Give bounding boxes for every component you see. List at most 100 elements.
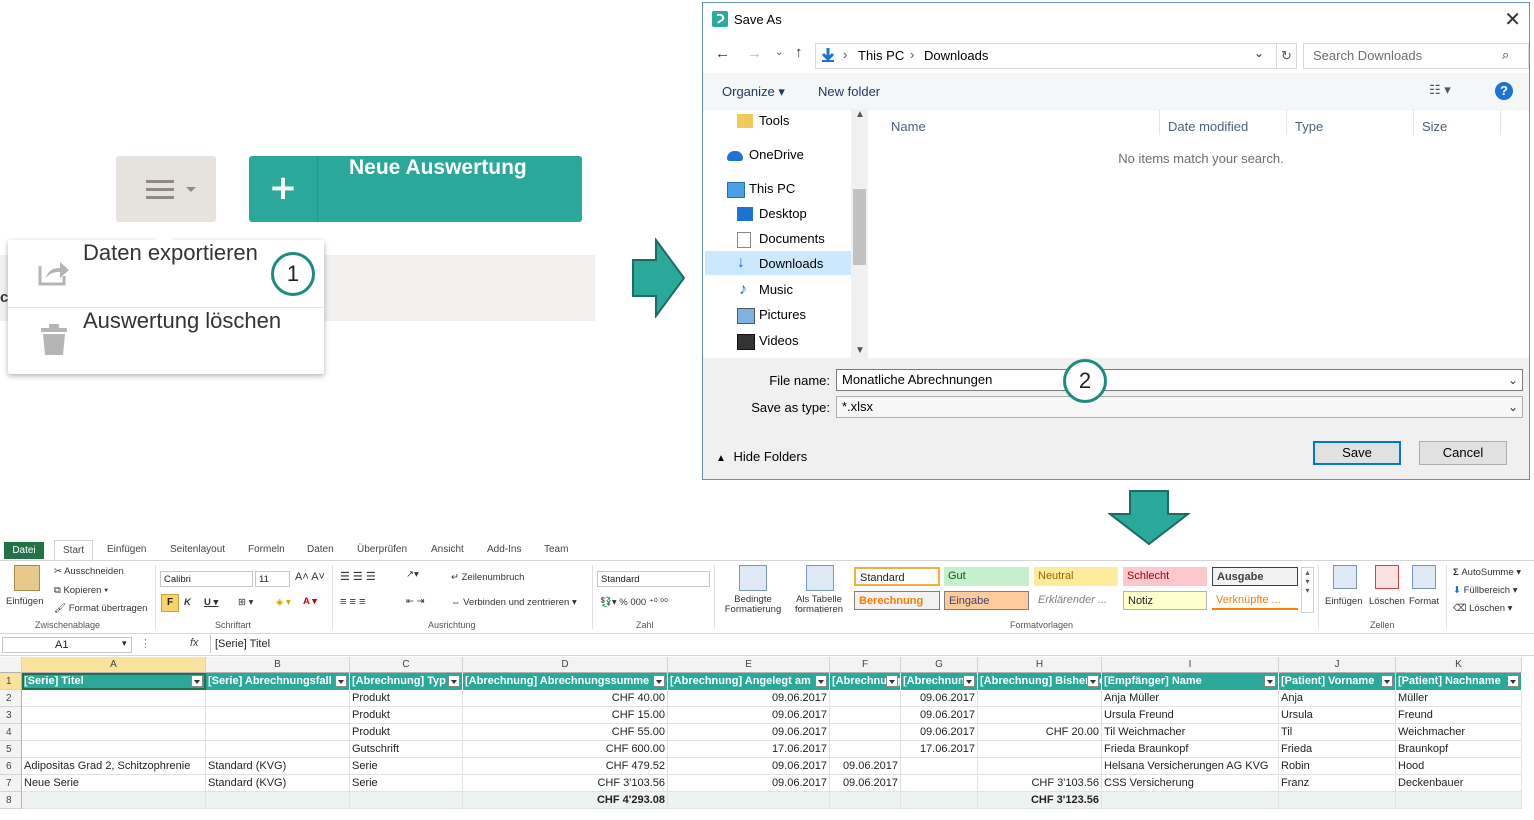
table-header-cell[interactable]: [Abrechnung] Bezahlt am xyxy=(901,673,978,690)
table-cell[interactable] xyxy=(206,792,350,809)
table-cell[interactable] xyxy=(22,724,206,741)
table-cell[interactable] xyxy=(1396,792,1522,809)
table-cell[interactable]: 17.06.2017 xyxy=(668,741,830,758)
table-cell[interactable] xyxy=(901,792,978,809)
table-cell[interactable]: Braunkopf xyxy=(1396,741,1522,758)
table-header-cell[interactable]: [Serie] Titel xyxy=(22,673,206,690)
table-cell[interactable] xyxy=(978,690,1102,707)
tab-view[interactable]: Ansicht xyxy=(431,544,464,555)
table-cell[interactable] xyxy=(22,707,206,724)
delete-evaluation-item[interactable]: Auswertung löschen xyxy=(8,307,324,374)
table-header-cell[interactable]: [Abrechnung] Versendet am xyxy=(830,673,901,690)
table-header-cell[interactable]: [Abrechnung] Angelegt am xyxy=(668,673,830,690)
table-cell[interactable]: CHF 3'103.56 xyxy=(463,775,668,792)
column-size[interactable]: Size xyxy=(1422,119,1447,134)
up-icon[interactable]: ↑ xyxy=(795,44,803,61)
autosum-button[interactable]: Σ AutoSumme ▾ xyxy=(1453,567,1521,578)
file-name-input[interactable]: Monatliche Abrechnungen ⌄ xyxy=(836,369,1523,391)
row-header[interactable]: 1 xyxy=(0,673,22,690)
align-left-icons[interactable]: ≡ ≡ ≡ xyxy=(340,596,365,608)
column-name[interactable]: Name xyxy=(891,119,926,134)
table-cell[interactable]: 09.06.2017 xyxy=(901,724,978,741)
number-format-select[interactable]: Standard xyxy=(597,571,710,587)
filter-dropdown-icon[interactable] xyxy=(1507,675,1519,687)
conditional-format-button[interactable]: Bedingte Formatierung xyxy=(720,595,786,615)
table-header-cell[interactable]: [Patient] Nachname xyxy=(1396,673,1522,690)
merge-center-button[interactable]: ⇔ Verbinden und zentrieren ▾ xyxy=(451,597,577,608)
save-type-select[interactable]: *.xlsx ⌄ xyxy=(836,396,1523,418)
style-input[interactable]: Eingabe xyxy=(944,591,1029,610)
table-cell[interactable]: CHF 3'103.56 xyxy=(978,775,1102,792)
style-linked[interactable]: Verknüpfte ... xyxy=(1212,591,1298,610)
style-neutral[interactable]: Neutral xyxy=(1034,567,1118,586)
table-cell[interactable]: Franz xyxy=(1279,775,1396,792)
table-cell[interactable]: 09.06.2017 xyxy=(830,758,901,775)
column-type[interactable]: Type xyxy=(1295,119,1323,134)
bold-button[interactable]: F xyxy=(161,594,179,612)
fill-color-icon[interactable]: ◈ ▾ xyxy=(276,597,291,608)
save-button[interactable]: Save xyxy=(1313,441,1401,465)
table-cell[interactable]: CHF 3'123.56 xyxy=(978,792,1102,809)
table-header-cell[interactable]: [Abrechnung] Typ xyxy=(350,673,463,690)
table-cell[interactable]: Anja xyxy=(1279,690,1396,707)
column-header-h[interactable]: H xyxy=(978,657,1102,673)
forward-icon[interactable]: → xyxy=(747,45,762,62)
table-cell[interactable] xyxy=(206,741,350,758)
table-cell[interactable]: 09.06.2017 xyxy=(668,758,830,775)
name-box-dropdown-icon[interactable]: ▾ xyxy=(122,638,127,649)
filter-dropdown-icon[interactable] xyxy=(335,675,347,687)
hamburger-menu-button[interactable] xyxy=(116,156,216,222)
filter-dropdown-icon[interactable] xyxy=(653,675,665,687)
filter-dropdown-icon[interactable] xyxy=(1264,675,1276,687)
table-cell[interactable] xyxy=(901,758,978,775)
table-cell[interactable] xyxy=(206,707,350,724)
tab-formulas[interactable]: Formeln xyxy=(248,544,285,555)
table-cell[interactable] xyxy=(350,792,463,809)
table-cell[interactable]: Standard (KVG) xyxy=(206,775,350,792)
scroll-down-icon[interactable]: ▼ xyxy=(855,345,865,356)
new-folder-button[interactable]: New folder xyxy=(818,84,880,99)
paste-button[interactable]: Einfügen xyxy=(6,596,44,607)
filter-dropdown-icon[interactable] xyxy=(1087,675,1099,687)
style-bad[interactable]: Schlecht xyxy=(1123,567,1207,586)
table-cell[interactable]: Frieda xyxy=(1279,741,1396,758)
table-cell[interactable]: CHF 4'293.08 xyxy=(463,792,668,809)
table-cell[interactable]: 09.06.2017 xyxy=(668,724,830,741)
column-header-f[interactable]: F xyxy=(830,657,901,673)
row-header[interactable]: 4 xyxy=(0,724,22,741)
nav-scrollbar-thumb[interactable] xyxy=(853,189,866,265)
table-cell[interactable]: CHF 40.00 xyxy=(463,690,668,707)
table-cell[interactable] xyxy=(830,724,901,741)
table-cell[interactable] xyxy=(901,775,978,792)
address-dropdown-icon[interactable]: ⌄ xyxy=(1254,46,1264,60)
column-header-g[interactable]: G xyxy=(901,657,978,673)
table-cell[interactable]: Adipositas Grad 2, Schitzophrenie xyxy=(22,758,206,775)
table-cell[interactable]: 09.06.2017 xyxy=(901,707,978,724)
wrap-text-button[interactable]: ↵ Zeilenumbruch xyxy=(451,572,524,583)
table-cell[interactable] xyxy=(22,792,206,809)
cut-button[interactable]: ✂ Ausschneiden xyxy=(54,566,124,577)
breadcrumb-this-pc[interactable]: This PC xyxy=(858,48,904,63)
address-bar[interactable]: › This PC › Downloads ⌄ ↻ xyxy=(815,43,1297,69)
table-cell[interactable] xyxy=(830,741,901,758)
table-cell[interactable] xyxy=(978,758,1102,775)
tab-data[interactable]: Daten xyxy=(307,544,334,555)
name-box[interactable]: A1 xyxy=(2,637,132,653)
view-options-icon[interactable]: ☷ ▾ xyxy=(1429,82,1451,98)
filter-dropdown-icon[interactable] xyxy=(191,675,203,687)
column-header-c[interactable]: C xyxy=(350,657,463,673)
refresh-icon[interactable]: ↻ xyxy=(1276,44,1296,68)
table-cell[interactable]: CHF 600.00 xyxy=(463,741,668,758)
table-cell[interactable]: Weichmacher xyxy=(1396,724,1522,741)
table-cell[interactable]: Müller xyxy=(1396,690,1522,707)
indent-icons[interactable]: ⇤ ⇥ xyxy=(406,596,425,607)
table-cell[interactable]: 09.06.2017 xyxy=(668,707,830,724)
underline-button[interactable]: U ▾ xyxy=(204,597,218,608)
file-name-dropdown-icon[interactable]: ⌄ xyxy=(1508,370,1518,390)
close-icon[interactable]: ✕ xyxy=(1504,7,1521,32)
column-date-modified[interactable]: Date modified xyxy=(1168,119,1248,134)
row-header[interactable]: 2 xyxy=(0,690,22,707)
tab-addins[interactable]: Add-Ins xyxy=(487,544,521,555)
table-cell[interactable] xyxy=(206,690,350,707)
filter-dropdown-icon[interactable] xyxy=(448,675,460,687)
